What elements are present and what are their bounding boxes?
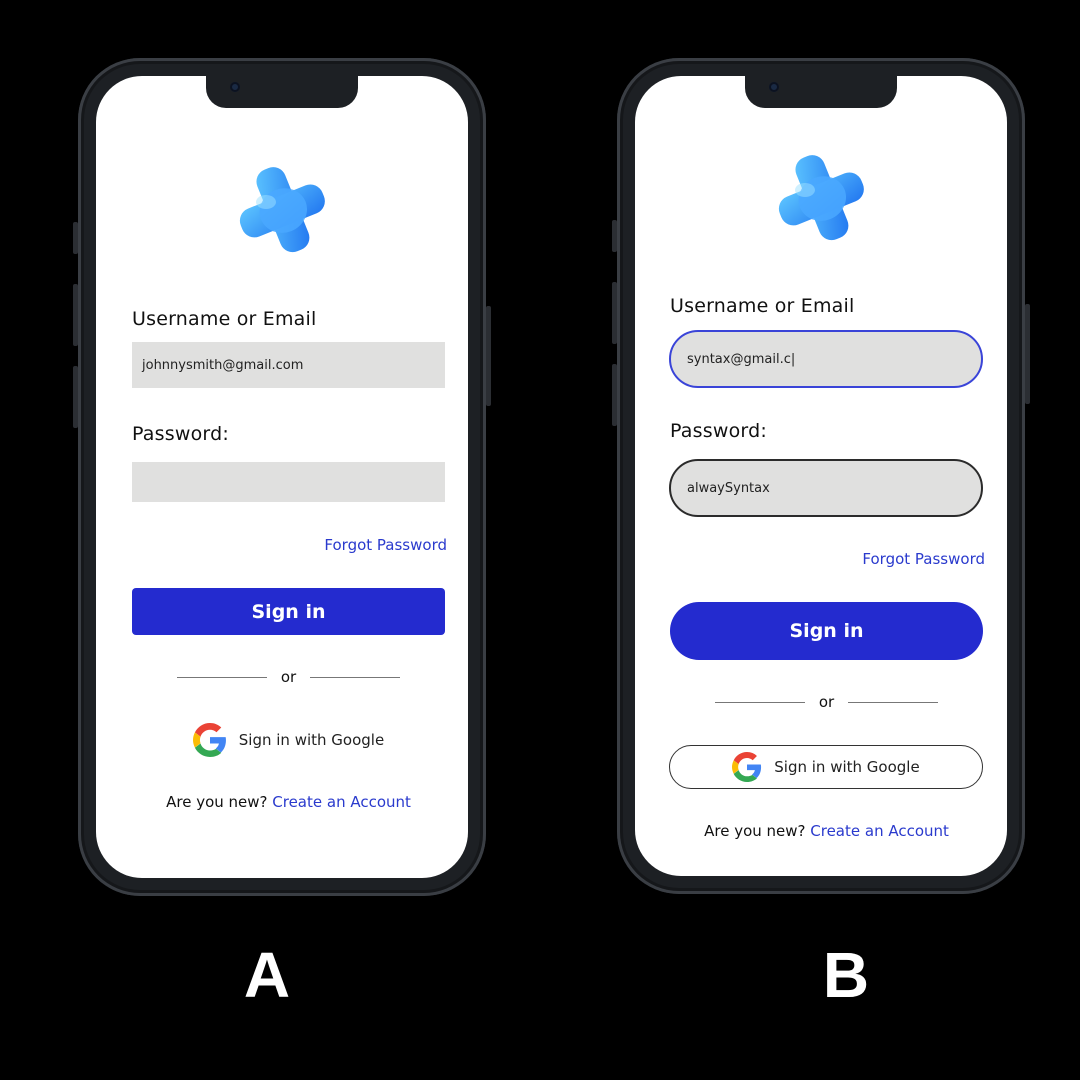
logo-icon xyxy=(778,155,864,241)
phone-a-frame: Username or Email johnnysmith@gmail.com … xyxy=(73,58,491,896)
phone-a-username-label: Username or Email xyxy=(132,308,317,330)
phone-a-google-sign-in-button[interactable]: Sign in with Google xyxy=(132,720,445,760)
phone-a-google-label: Sign in with Google xyxy=(238,731,385,749)
phone-b-volume-up xyxy=(612,282,617,344)
phone-b-screen: Username or Email syntax@gmail.c| Passwo… xyxy=(635,76,1007,876)
phone-a-sign-in-button[interactable]: Sign in xyxy=(132,588,445,635)
phone-a-volume-up xyxy=(73,284,78,346)
phone-a-username-value: johnnysmith@gmail.com xyxy=(142,357,304,373)
phone-b-or-line-right xyxy=(848,701,939,703)
phone-b-footer: Are you new? Create an Account xyxy=(670,822,983,840)
phone-b-password-input[interactable]: alwaySyntax xyxy=(669,459,983,517)
phone-b-username-label: Username or Email xyxy=(670,295,855,317)
phone-b-side-button xyxy=(612,220,617,252)
google-icon xyxy=(732,752,762,782)
phone-a-volume-down xyxy=(73,366,78,428)
phone-b-or-divider: or xyxy=(670,693,983,711)
phone-b-frame: Username or Email syntax@gmail.c| Passwo… xyxy=(612,58,1030,894)
phone-a-or-line-left xyxy=(176,676,267,678)
phone-b-username-value: syntax@gmail.c| xyxy=(687,351,796,367)
phone-b-power-button xyxy=(1025,304,1030,404)
phone-a-username-input[interactable]: johnnysmith@gmail.com xyxy=(132,342,445,388)
phone-a-or-divider: or xyxy=(132,668,445,686)
phone-a-new-prompt: Are you new? xyxy=(166,793,268,811)
phone-a-forgot-password-link[interactable]: Forgot Password xyxy=(324,536,447,554)
phone-b-password-label: Password: xyxy=(670,420,767,442)
phone-a-or-line-right xyxy=(310,676,401,678)
caption-b: B xyxy=(822,939,870,1011)
phone-b-or-label: or xyxy=(818,693,835,711)
phone-a-notch xyxy=(206,76,358,108)
google-icon xyxy=(192,723,226,757)
phone-b-google-label: Sign in with Google xyxy=(774,758,920,776)
phone-a-power-button xyxy=(486,306,491,406)
phone-a-password-input[interactable] xyxy=(132,462,445,502)
phone-b-username-input[interactable]: syntax@gmail.c| xyxy=(669,330,983,388)
phone-b-or-line-left xyxy=(714,701,805,703)
phone-a-or-label: or xyxy=(280,668,297,686)
phone-a-create-account-link[interactable]: Create an Account xyxy=(272,793,411,811)
phone-b-password-value: alwaySyntax xyxy=(687,480,770,496)
phone-a-screen: Username or Email johnnysmith@gmail.com … xyxy=(96,76,468,878)
caption-a: A xyxy=(243,939,291,1011)
camera-icon xyxy=(230,82,240,92)
phone-b-forgot-password-link[interactable]: Forgot Password xyxy=(862,550,985,568)
phone-a-side-button xyxy=(73,222,78,254)
camera-icon xyxy=(769,82,779,92)
phone-b-google-sign-in-button[interactable]: Sign in with Google xyxy=(669,745,983,789)
phone-b-notch xyxy=(745,76,897,108)
phone-b-create-account-link[interactable]: Create an Account xyxy=(810,822,949,840)
phone-b-new-prompt: Are you new? xyxy=(704,822,806,840)
phone-a-password-label: Password: xyxy=(132,423,229,445)
phone-b-volume-down xyxy=(612,364,617,426)
phone-b-sign-in-button[interactable]: Sign in xyxy=(670,602,983,660)
phone-a-footer: Are you new? Create an Account xyxy=(132,793,445,811)
logo-icon xyxy=(239,167,325,253)
